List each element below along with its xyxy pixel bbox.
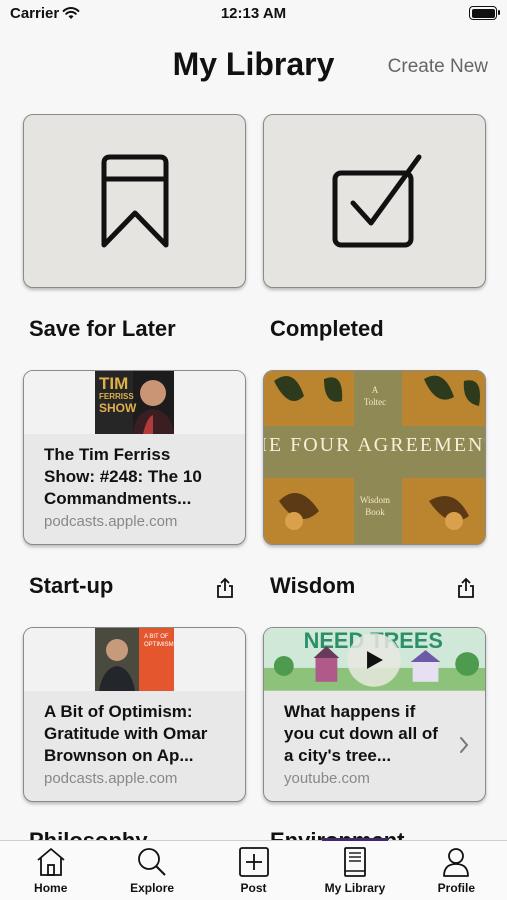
share-icon[interactable] (214, 577, 236, 599)
podcast-cover-image: TIM FERRISS SHOW (95, 371, 174, 434)
video-thumbnail-image: NEED TREES (264, 628, 485, 691)
svg-text:TIM: TIM (99, 374, 128, 393)
tab-label: Explore (130, 881, 175, 895)
chevron-right-icon[interactable] (459, 736, 469, 754)
podcast-cover-image: A BIT OF OPTIMISM (95, 628, 174, 691)
book-cover-image: A Toltec THE FOUR AGREEMENTS Wisdom Book (264, 371, 486, 544)
card-four-agreements[interactable]: A Toltec THE FOUR AGREEMENTS Wisdom Book (263, 370, 486, 545)
svg-text:FERRISS: FERRISS (99, 392, 134, 401)
create-new-button[interactable]: Create New (388, 56, 488, 78)
status-bar: Carrier 12:13 AM (0, 0, 507, 30)
category-label-wisdom: Wisdom (270, 573, 356, 598)
share-icon[interactable] (455, 577, 477, 599)
save-for-later-label: Save for Later (29, 316, 176, 341)
completed-label: Completed (270, 316, 384, 341)
svg-text:Book: Book (365, 507, 385, 517)
card-source: podcasts.apple.com (44, 770, 178, 787)
svg-text:Toltec: Toltec (364, 397, 386, 407)
active-tab-indicator (322, 838, 388, 841)
save-for-later-tile[interactable] (23, 114, 246, 288)
card-title: A Bit of Optimism: Gratitude with Omar B… (44, 702, 208, 765)
battery-icon (469, 6, 500, 20)
card-title: What happens if you cut down all of a ci… (284, 702, 438, 765)
card-city-trees[interactable]: NEED TREES What happens if you cut down … (263, 627, 486, 802)
svg-text:SHOW: SHOW (99, 401, 137, 415)
clock: 12:13 AM (220, 5, 287, 22)
svg-text:A: A (372, 385, 379, 395)
card-thumbnail: NEED TREES (264, 628, 485, 691)
svg-text:A BIT OF: A BIT OF (144, 634, 169, 640)
tab-label: Profile (437, 881, 475, 895)
svg-text:Wisdom: Wisdom (360, 495, 390, 505)
tab-bar: Home Explore Post My Library Profile (0, 838, 507, 900)
search-icon (138, 848, 166, 876)
svg-text:OPTIMISM: OPTIMISM (144, 642, 174, 648)
book-icon (344, 847, 366, 877)
book-title-text: THE FOUR AGREEMENTS (264, 434, 486, 456)
card-thumbnail: A BIT OF OPTIMISM (24, 628, 245, 691)
tab-home[interactable]: Home (0, 841, 101, 900)
tab-post[interactable]: Post (203, 841, 304, 900)
bookmark-icon (101, 154, 168, 248)
tab-label: Home (34, 881, 68, 895)
card-bit-of-optimism[interactable]: A BIT OF OPTIMISM A Bit of Optimism: Gra… (23, 627, 246, 802)
completed-tile[interactable] (263, 114, 486, 288)
tab-my-library[interactable]: My Library (304, 841, 405, 900)
tab-label: My Library (324, 881, 386, 895)
tab-label: Post (240, 881, 267, 895)
card-thumbnail: TIM FERRISS SHOW (24, 371, 245, 434)
card-title: The Tim Ferriss Show: #248: The 10 Comma… (44, 445, 202, 508)
category-label-startup: Start-up (29, 573, 114, 598)
card-tim-ferriss[interactable]: TIM FERRISS SHOW The Tim Ferriss Show: #… (23, 370, 246, 545)
tab-explore[interactable]: Explore (101, 841, 202, 900)
card-source: podcasts.apple.com (44, 513, 178, 530)
person-icon (443, 848, 470, 877)
tab-profile[interactable]: Profile (406, 841, 507, 900)
checkbox-icon (332, 154, 421, 248)
card-source: youtube.com (284, 770, 370, 787)
plus-square-icon (238, 847, 269, 877)
home-icon (37, 848, 65, 876)
